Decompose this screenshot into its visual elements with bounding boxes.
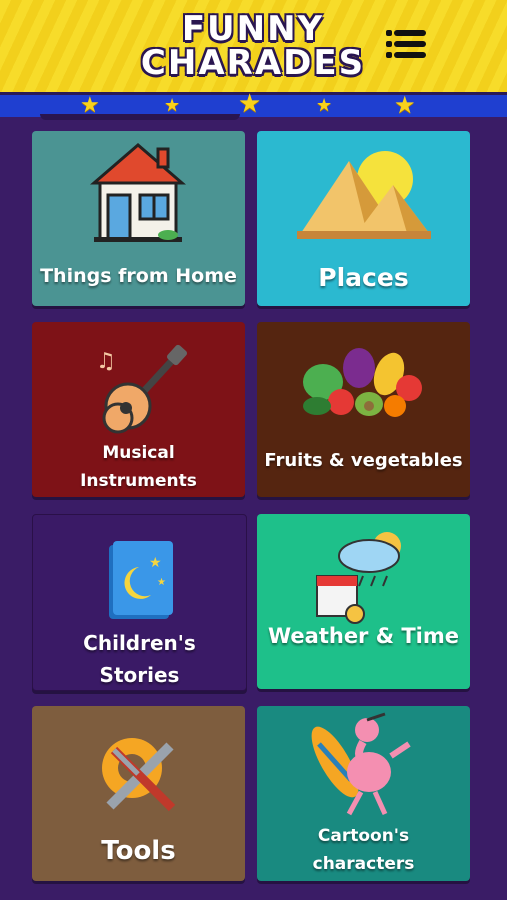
category-label: Weather & Time	[268, 624, 459, 648]
guitar-icon: ♫	[96, 344, 187, 434]
svg-text:★: ★	[157, 577, 166, 588]
category-label-line1: Musical	[102, 443, 175, 463]
category-label-line1: Children's	[83, 631, 196, 655]
star-icon: ★	[238, 89, 262, 119]
category-label: Places	[318, 263, 409, 292]
category-label-line1: Cartoon's	[317, 826, 410, 846]
category-label: Tools	[101, 836, 176, 866]
scroll-shadow	[40, 114, 240, 120]
star-icon: ★	[394, 91, 416, 119]
category-card-places[interactable]: Places	[257, 131, 470, 306]
category-card-weather-time[interactable]: Weather & Time	[257, 514, 470, 689]
app-title-line2: CHARADES	[140, 43, 366, 83]
hamburger-menu-icon[interactable]	[386, 28, 426, 60]
star-icon: ★	[316, 95, 333, 116]
flamingo-surfer-icon	[311, 712, 411, 816]
category-label-line2: characters	[312, 854, 415, 874]
category-label: Things from Home	[40, 265, 237, 287]
house-icon	[90, 143, 186, 242]
svg-text:♫: ♫	[96, 349, 116, 374]
category-label: Fruits & vegetables	[264, 450, 463, 471]
svg-text:★: ★	[149, 555, 162, 571]
pyramids-icon	[297, 151, 431, 239]
category-card-fruits-vegetables[interactable]: Fruits & vegetables	[257, 322, 470, 497]
category-label-line2: Instruments	[80, 471, 197, 491]
app-title: FUNNY CHARADES	[128, 12, 378, 80]
fruits-vegetables-icon	[303, 348, 422, 417]
storybook-icon: ★ ★	[109, 541, 173, 619]
category-card-cartoons-characters[interactable]: Cartoon's characters	[257, 706, 470, 881]
category-card-musical-instruments[interactable]: ♫ Musical Instruments	[32, 322, 245, 497]
app-title-line1: FUNNY	[181, 9, 325, 49]
weather-calendar-icon	[316, 532, 401, 624]
category-card-childrens-stories[interactable]: ★ ★ Children's Stories	[32, 514, 247, 691]
category-card-things-from-home[interactable]: Things from Home	[32, 131, 245, 306]
category-card-tools[interactable]: Tools	[32, 706, 245, 881]
category-label-line2: Stories	[99, 663, 180, 687]
app-header: FUNNY CHARADES	[0, 0, 507, 92]
tools-icon	[102, 738, 176, 812]
